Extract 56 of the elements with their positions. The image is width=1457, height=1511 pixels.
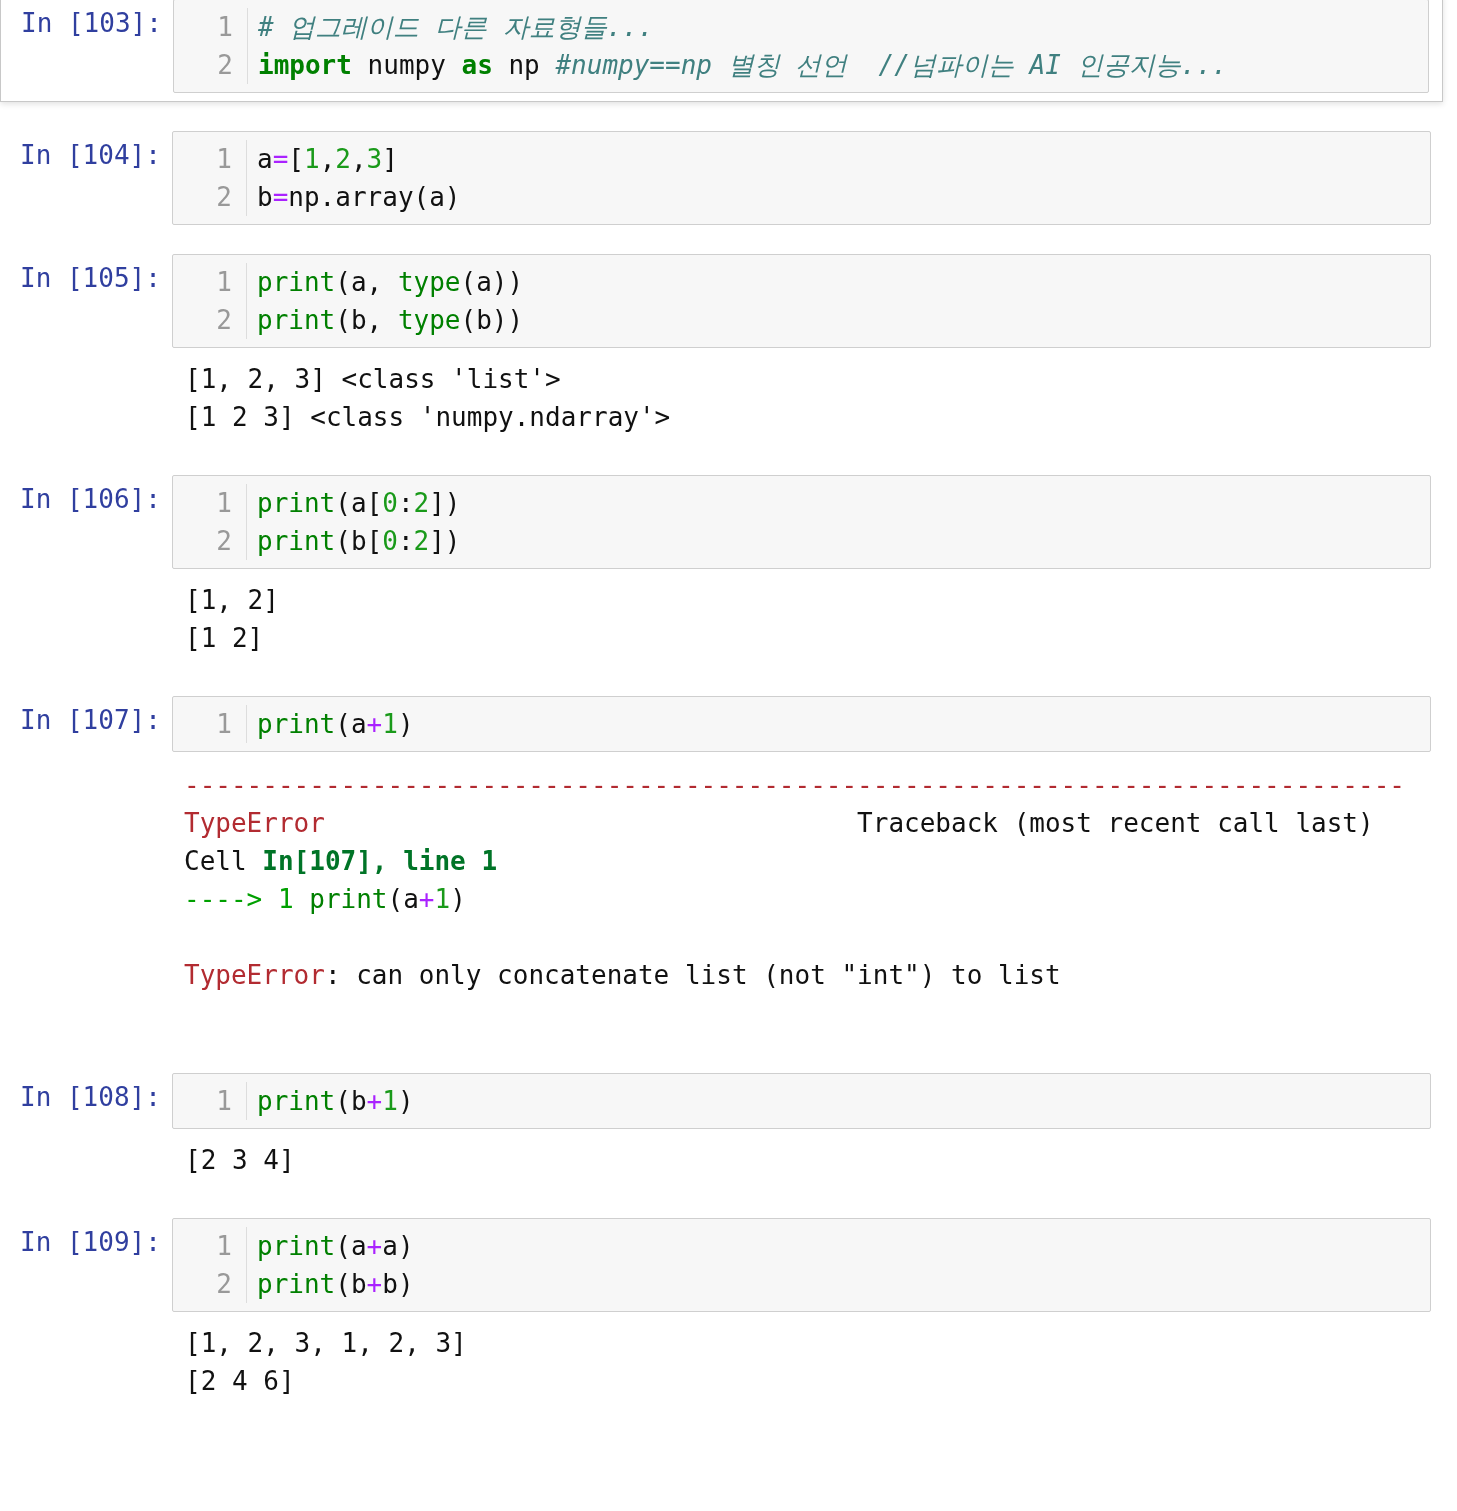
- line-number: 1: [215, 708, 232, 741]
- input-prompt: In [108]:: [19, 1081, 162, 1112]
- code-line: # 업그레이드 다른 자료형들...: [258, 11, 655, 44]
- traceback-line: ----> 1 print(a+1): [184, 883, 467, 916]
- line-number: 1: [216, 11, 233, 44]
- error-message: TypeError: can only concatenate list (not "int") to list: [184, 959, 1062, 992]
- code-input[interactable]: 1 2 # 업그레이드 다른 자료형들... import numpy as np #numpy==np 별칭 선언 //넘파이는 AI 인공지능...: [173, 0, 1429, 93]
- notebook-cell[interactable]: In [105]: 1 2 print(a, type(a)) print(b, type(b)) [1, 2, 3] <class 'list'> [1 2 3] <class 'numpy.ndarray'>: [0, 249, 1457, 446]
- input-prompt: In [106]:: [19, 483, 162, 514]
- input-prompt: In [107]:: [19, 704, 162, 735]
- notebook-cell[interactable]: In [106]: 1 2 print(a[0:2]) print(b[0:2]) [1, 2] [1 2]: [0, 470, 1457, 667]
- notebook-cell[interactable]: In [108]: 1 print(b+1) [2 3 4]: [0, 1068, 1457, 1189]
- line-number: 2: [216, 49, 233, 82]
- line-number: 1: [215, 1230, 232, 1263]
- notebook-cell[interactable]: In [103]: 1 2 # 업그레이드 다른 자료형들... import numpy as np #numpy==np 별칭 선언 //넘파이는 AI 인공지능...: [0, 0, 1443, 102]
- code-line: print(b+1): [257, 1085, 414, 1118]
- input-prompt: In [104]:: [19, 139, 162, 170]
- input-prompt: In [103]:: [20, 7, 163, 38]
- line-number: 1: [215, 1085, 232, 1118]
- code-line: print(a[0:2]): [257, 487, 461, 520]
- traceback-line: Cell In[107], line 1: [184, 845, 499, 878]
- code-line: b=np.array(a): [257, 181, 461, 214]
- code-input[interactable]: 1 print(b+1): [172, 1073, 1431, 1129]
- output-line: [1, 2, 3] <class 'list'>: [185, 363, 562, 396]
- code-line: print(a, type(a)): [257, 266, 524, 299]
- code-line: print(b, type(b)): [257, 304, 524, 337]
- line-number: 2: [215, 304, 232, 337]
- code-input[interactable]: 1 2 print(a[0:2]) print(b[0:2]): [172, 475, 1431, 569]
- line-number: 1: [215, 266, 232, 299]
- notebook-cell[interactable]: In [104]: 1 2 a=[1,2,3] b=np.array(a): [0, 126, 1457, 225]
- output-line: [1, 2]: [185, 584, 280, 617]
- output-line: [1, 2, 3, 1, 2, 3]: [185, 1327, 468, 1360]
- code-line: print(a+a): [257, 1230, 414, 1263]
- line-number: 2: [215, 525, 232, 558]
- line-number: 2: [215, 1268, 232, 1301]
- output-line: [2 4 6]: [185, 1365, 296, 1398]
- code-input[interactable]: 1 2 print(a, type(a)) print(b, type(b)): [172, 254, 1431, 348]
- output-line: [2 3 4]: [185, 1144, 296, 1177]
- code-line: print(a+1): [257, 708, 414, 741]
- input-prompt: In [105]:: [19, 262, 162, 293]
- code-input[interactable]: 1 2 a=[1,2,3] b=np.array(a): [172, 131, 1431, 225]
- output-line: [1 2]: [185, 622, 265, 655]
- code-input[interactable]: 1 print(a+1): [172, 696, 1431, 752]
- line-number: 2: [215, 181, 232, 214]
- notebook-cell[interactable]: In [109]: 1 2 print(a+a) print(b+b) [1, 2, 3, 1, 2, 3] [2 4 6]: [0, 1213, 1457, 1410]
- input-prompt: In [109]:: [19, 1226, 162, 1257]
- code-line: print(b[0:2]): [257, 525, 461, 558]
- line-number: 1: [215, 143, 232, 176]
- line-number: 1: [215, 487, 232, 520]
- traceback-line: TypeError Traceback (most recent call last): [184, 807, 1375, 840]
- code-line: import numpy as np #numpy==np 별칭 선언 //넘파이는 AI 인공지능...: [258, 49, 1228, 82]
- code-line: a=[1,2,3]: [257, 143, 399, 176]
- code-input[interactable]: 1 2 print(a+a) print(b+b): [172, 1218, 1431, 1312]
- code-line: print(b+b): [257, 1268, 414, 1301]
- traceback-line: ------------------------------------------------------------------------------: [184, 769, 1406, 802]
- output-line: [1 2 3] <class 'numpy.ndarray'>: [185, 401, 672, 434]
